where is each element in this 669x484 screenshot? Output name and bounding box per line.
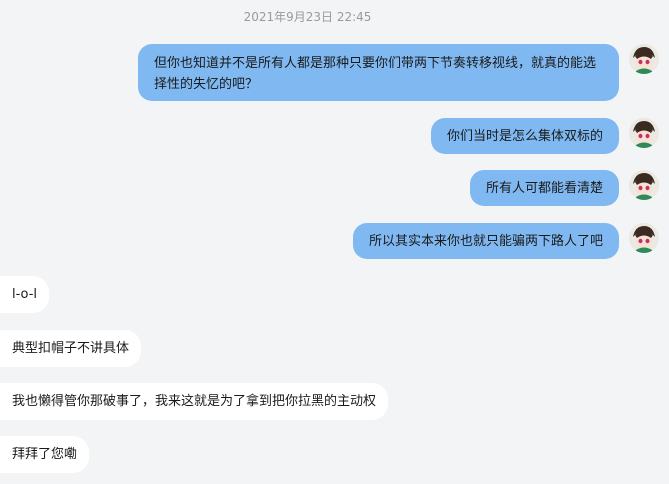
user-avatar-icon[interactable] [629, 170, 659, 200]
message-text: 所有人可都能看清楚 [485, 180, 603, 196]
outgoing-message-bubble[interactable]: 所以其实本来你也就只能骗两下路人了吧 [352, 223, 619, 259]
incoming-message-bubble[interactable]: l-o-l [0, 276, 50, 313]
outgoing-message-bubble[interactable]: 但你也知道并不是所有人都是那种只要你们带两下节奏转移视线，就真的能选择性的失忆的… [138, 44, 619, 101]
anime-character-avatar-icon [629, 44, 659, 74]
outgoing-message-bubble[interactable]: 所有人可都能看清楚 [469, 170, 619, 206]
message-text: 典型扣帽子不讲具体 [12, 341, 130, 356]
message-text: l-o-l [12, 287, 38, 302]
incoming-message-bubble[interactable]: 我也懒得管你那破事了，我来这就是为了拿到把你拉黑的主动权 [0, 383, 389, 420]
outgoing-message-bubble[interactable]: 你们当时是怎么集体双标的 [430, 118, 619, 154]
incoming-message-bubble[interactable]: 典型扣帽子不讲具体 [0, 330, 142, 367]
message-text: 但你也知道并不是所有人都是那种只要你们带两下节奏转移视线，就真的能选择性的失忆的… [154, 56, 597, 92]
message-text: 所以其实本来你也就只能骗两下路人了吧 [368, 233, 603, 249]
message-text: 我也懒得管你那破事了，我来这就是为了拿到把你拉黑的主动权 [12, 394, 377, 409]
message-text: 你们当时是怎么集体双标的 [446, 128, 603, 144]
user-avatar-icon[interactable] [629, 118, 659, 148]
user-avatar-icon[interactable] [629, 44, 659, 74]
chat-timestamp: 2021年9月23日 22:45 [243, 10, 372, 24]
user-avatar-icon[interactable] [629, 223, 659, 253]
anime-character-avatar-icon [629, 118, 659, 148]
anime-character-avatar-icon [629, 170, 659, 200]
message-text: 拜拜了您嘞 [12, 447, 78, 462]
incoming-message-bubble[interactable]: 拜拜了您嘞 [0, 436, 90, 473]
anime-character-avatar-icon [629, 223, 659, 253]
